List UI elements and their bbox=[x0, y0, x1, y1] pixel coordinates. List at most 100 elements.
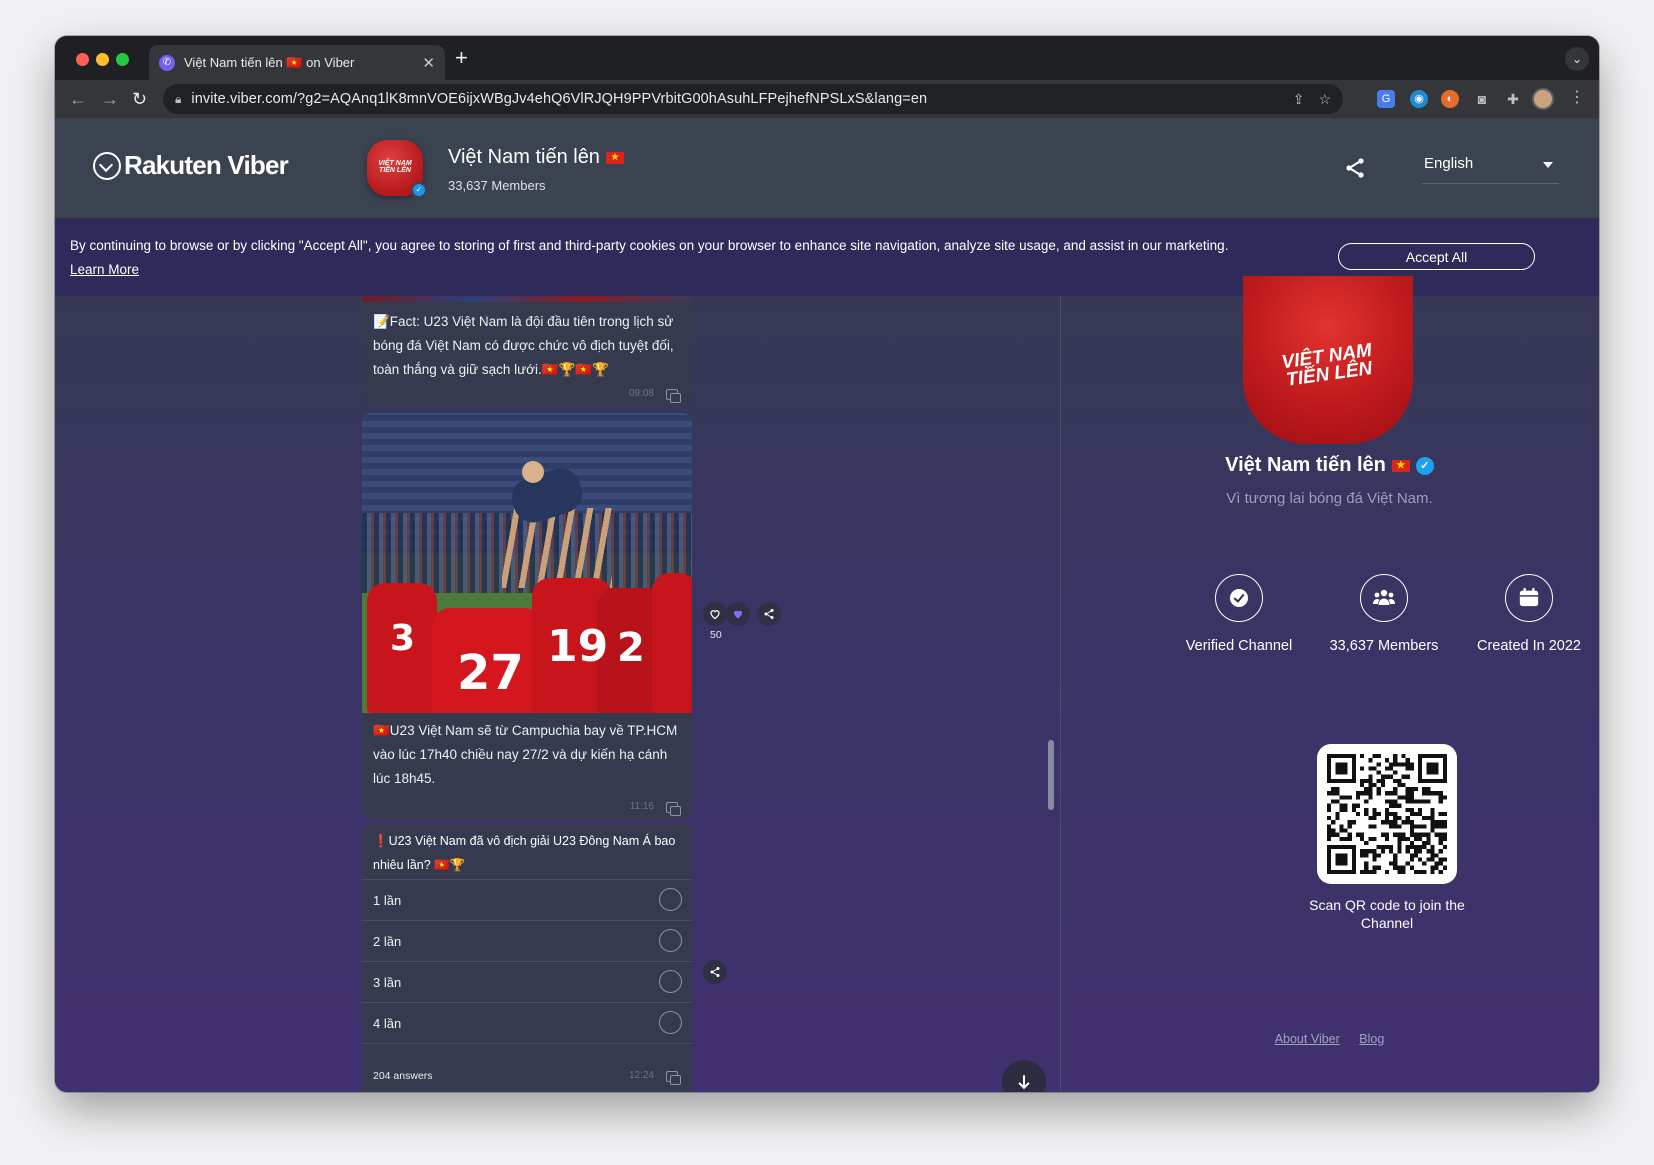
cookie-text: By continuing to browse or by clicking "… bbox=[70, 238, 1229, 277]
poll-option[interactable]: 2 lần bbox=[362, 921, 692, 962]
accept-all-button[interactable]: Accept All bbox=[1338, 243, 1535, 270]
poll-radio[interactable] bbox=[659, 970, 682, 993]
qr-module bbox=[1426, 787, 1431, 792]
qr-module bbox=[1430, 845, 1435, 850]
about-viber-link[interactable]: About Viber bbox=[1275, 1032, 1340, 1046]
orange-extension-icon[interactable]: ◐ bbox=[1441, 90, 1459, 108]
qr-module bbox=[1372, 754, 1377, 759]
share-page-icon[interactable]: ⇪ bbox=[1293, 91, 1305, 108]
poll-option[interactable]: 1 lần bbox=[362, 880, 692, 921]
new-tab-icon[interactable]: + bbox=[455, 46, 468, 70]
feed-scrollbar[interactable] bbox=[1048, 740, 1054, 810]
scroll-down-button[interactable] bbox=[1002, 1060, 1046, 1092]
qr-module bbox=[1438, 869, 1443, 874]
viber-logo-icon bbox=[93, 151, 121, 180]
minimize-window-button[interactable] bbox=[96, 53, 109, 66]
qr-module bbox=[1372, 853, 1377, 858]
qr-module bbox=[1442, 811, 1447, 817]
qr-module bbox=[1327, 836, 1332, 841]
qr-module bbox=[1422, 787, 1427, 792]
like-button[interactable] bbox=[703, 602, 727, 626]
qr-module bbox=[1376, 754, 1381, 759]
qr-module bbox=[1364, 778, 1369, 783]
message-photo[interactable]: 3 27 19 2 bbox=[362, 413, 692, 713]
qr-module bbox=[1389, 774, 1394, 779]
reaction-count: 50 bbox=[710, 629, 722, 641]
qr-module bbox=[1327, 865, 1332, 870]
rakuten-viber-logo[interactable]: Rakuten Viber bbox=[93, 150, 289, 181]
reload-icon[interactable]: ↻ bbox=[132, 87, 147, 111]
language-select[interactable]: English bbox=[1422, 152, 1559, 184]
poll-radio[interactable] bbox=[659, 929, 682, 952]
maximize-window-button[interactable] bbox=[116, 53, 129, 66]
qr-module bbox=[1327, 816, 1332, 821]
profile-avatar[interactable] bbox=[1532, 88, 1554, 110]
qr-module bbox=[1335, 861, 1340, 866]
qr-module bbox=[1430, 853, 1435, 858]
camera-extension-icon[interactable]: ◙ bbox=[1473, 90, 1491, 108]
share-poll-button[interactable] bbox=[703, 960, 727, 984]
reaction-button[interactable] bbox=[726, 602, 750, 626]
qr-module bbox=[1442, 754, 1447, 759]
poll-radio[interactable] bbox=[659, 888, 682, 911]
copy-link-icon[interactable] bbox=[666, 802, 681, 816]
poll-option[interactable]: 4 lần bbox=[362, 1003, 692, 1044]
message-feed[interactable]: 📝Fact: U23 Việt Nam là đội đầu tiên tron… bbox=[362, 296, 692, 1092]
qr-module bbox=[1418, 799, 1423, 804]
qr-module bbox=[1397, 795, 1402, 800]
poll-radio[interactable] bbox=[659, 1011, 682, 1034]
qr-module bbox=[1384, 774, 1390, 779]
poll-option[interactable]: 3 lần bbox=[362, 962, 692, 1003]
qr-module bbox=[1397, 762, 1402, 767]
qr-module bbox=[1335, 791, 1340, 796]
url-text[interactable]: invite.viber.com/?g2=AQAnq1lK8mnVOE6ijxW… bbox=[191, 91, 1278, 107]
qr-module bbox=[1409, 853, 1414, 858]
share-message-button[interactable] bbox=[757, 602, 781, 626]
qr-module bbox=[1343, 803, 1348, 808]
viber-favicon-icon: ✆ bbox=[159, 54, 175, 71]
poll-answer-count: 204 answers bbox=[373, 1070, 433, 1082]
poll-option-label: 3 lần bbox=[373, 975, 402, 990]
qr-module bbox=[1409, 766, 1414, 771]
learn-more-link[interactable]: Learn More bbox=[70, 262, 139, 277]
qr-module bbox=[1389, 811, 1394, 817]
qr-module bbox=[1438, 849, 1443, 854]
close-tab-icon[interactable]: ✕ bbox=[422, 54, 435, 72]
address-bar[interactable]: 🔒︎ invite.viber.com/?g2=AQAnq1lK8mnVOE6i… bbox=[163, 84, 1343, 114]
qr-module bbox=[1339, 845, 1344, 850]
qr-module bbox=[1327, 803, 1332, 808]
qr-module bbox=[1384, 799, 1390, 804]
copy-link-icon[interactable] bbox=[666, 389, 681, 403]
copy-link-icon[interactable] bbox=[666, 1071, 681, 1085]
browser-tab[interactable]: ✆ Việt Nam tiến lên 🇻🇳 on Viber ✕ bbox=[149, 45, 445, 80]
qr-module bbox=[1442, 774, 1447, 779]
qr-module bbox=[1351, 845, 1356, 850]
bookmark-star-icon[interactable]: ☆ bbox=[1318, 91, 1331, 108]
tab-search-icon[interactable]: ⌄ bbox=[1565, 47, 1589, 71]
qr-module bbox=[1426, 791, 1431, 796]
lock-icon[interactable]: 🔒︎ bbox=[175, 92, 181, 107]
qr-module bbox=[1372, 849, 1377, 854]
qr-module bbox=[1422, 778, 1427, 783]
arrow-down-icon bbox=[1018, 1075, 1030, 1090]
qr-module bbox=[1331, 791, 1336, 796]
qr-module bbox=[1426, 816, 1431, 821]
channel-logo-text: VIỆT NAM TIẾN LÊN bbox=[1280, 339, 1374, 391]
qr-module bbox=[1426, 778, 1431, 783]
qr-module bbox=[1339, 803, 1344, 808]
share-icon[interactable] bbox=[1343, 156, 1367, 180]
blog-link[interactable]: Blog bbox=[1359, 1032, 1384, 1046]
browser-menu-icon[interactable]: ⋮ bbox=[1569, 87, 1585, 109]
forward-arrow-icon[interactable]: → bbox=[101, 87, 119, 111]
translate-extension-icon[interactable]: G bbox=[1377, 90, 1395, 108]
tab-strip: ✆ Việt Nam tiến lên 🇻🇳 on Viber ✕ + ⌄ bbox=[55, 36, 1599, 80]
extensions-puzzle-icon[interactable]: ✚ bbox=[1504, 90, 1522, 108]
qr-module bbox=[1422, 816, 1427, 821]
qr-module bbox=[1347, 795, 1352, 800]
qr-module bbox=[1401, 762, 1406, 767]
close-window-button[interactable] bbox=[76, 53, 89, 66]
blue-extension-icon[interactable]: ◉ bbox=[1410, 90, 1428, 108]
back-arrow-icon[interactable]: ← bbox=[69, 87, 87, 111]
qr-module bbox=[1327, 766, 1332, 771]
qr-module bbox=[1327, 770, 1332, 775]
